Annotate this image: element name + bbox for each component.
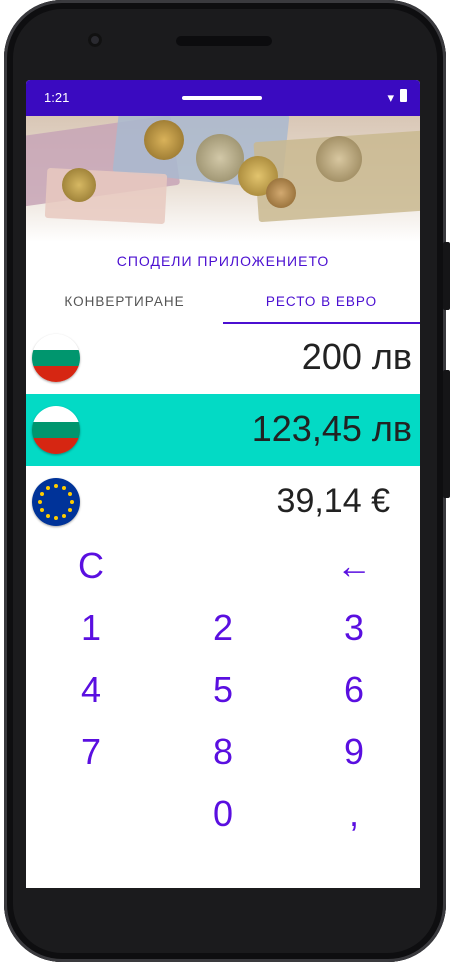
tab-change-in-euro[interactable]: РЕСТО В ЕВРО [223, 286, 420, 324]
key-comma[interactable]: , [299, 786, 409, 842]
app-screen: 1:21 ▾ СПОДЕЛИ ПРИЛОЖЕНИЕТО КОНВЕРТИРАНЕ… [26, 80, 420, 888]
bulgaria-flag-icon [32, 406, 80, 454]
battery-icon [400, 89, 407, 102]
key-1[interactable]: 1 [36, 600, 146, 656]
share-app-button[interactable]: СПОДЕЛИ ПРИЛОЖЕНИЕТО [26, 253, 420, 279]
amount-value: 123,45 лв [251, 408, 412, 449]
key-3[interactable]: 3 [299, 600, 409, 656]
key-2[interactable]: 2 [168, 600, 278, 656]
power-button [443, 242, 450, 310]
key-8[interactable]: 8 [168, 724, 278, 780]
tab-convert[interactable]: КОНВЕРТИРАНЕ [26, 286, 223, 322]
amount-row-bgn-price[interactable]: 123,45 лв [26, 394, 420, 466]
amount-row-bgn-given[interactable]: 200 лв [26, 322, 420, 394]
key-6[interactable]: 6 [299, 662, 409, 718]
front-camera [88, 33, 102, 47]
bulgaria-flag-icon [32, 334, 80, 382]
tab-bar: КОНВЕРТИРАНЕ РЕСТО В ЕВРО [26, 286, 420, 324]
key-7[interactable]: 7 [36, 724, 146, 780]
status-pill [182, 96, 262, 100]
key-4[interactable]: 4 [36, 662, 146, 718]
status-time: 1:21 [44, 90, 70, 105]
amount-value: 39,14 € [276, 482, 390, 520]
eu-flag-icon [32, 478, 80, 526]
key-5[interactable]: 5 [168, 662, 278, 718]
volume-button [443, 370, 450, 498]
amount-value: 200 лв [301, 336, 412, 377]
wifi-icon: ▾ [387, 90, 394, 105]
numeric-keypad: C ← 1 2 3 4 5 6 7 8 9 0 , [26, 538, 420, 858]
home-gesture-bar[interactable] [168, 874, 278, 879]
earpiece-speaker [176, 36, 272, 46]
system-nav-bar [26, 864, 420, 892]
key-backspace[interactable]: ← [299, 538, 409, 594]
amount-row-euro-change[interactable]: 39,14 € [26, 466, 420, 538]
status-bar: 1:21 ▾ [26, 80, 420, 116]
key-clear[interactable]: C [36, 538, 146, 594]
key-9[interactable]: 9 [299, 724, 409, 780]
key-0[interactable]: 0 [168, 786, 278, 842]
hero-banner-image [26, 116, 420, 242]
